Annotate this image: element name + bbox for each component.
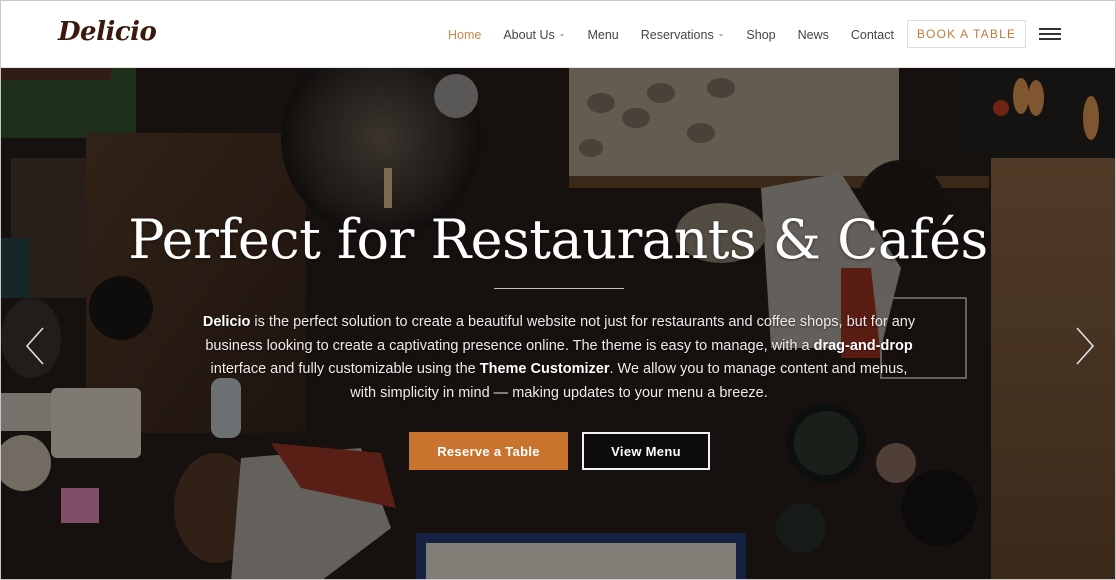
- chevron-down-icon: ⌄: [717, 29, 725, 38]
- hero-title: Perfect for Restaurants & Cafés: [128, 208, 988, 271]
- description-text: is the perfect solution to create a beau…: [205, 314, 916, 354]
- nav-item-label: About Us: [503, 27, 555, 42]
- hero-slider: Perfect for Restaurants & Cafés Delicio …: [1, 68, 1115, 579]
- hamburger-line: [1039, 28, 1061, 30]
- description-bold: drag-and-drop: [813, 337, 913, 354]
- nav-item-reservations[interactable]: Reservations ⌄: [641, 28, 725, 42]
- nav-item-news[interactable]: News: [798, 28, 829, 42]
- chevron-right-icon[interactable]: [1071, 326, 1097, 366]
- hero-divider: [494, 288, 624, 289]
- site-logo[interactable]: Delicio: [58, 17, 157, 47]
- chevron-left-icon[interactable]: [23, 326, 49, 366]
- main-nav: Home About Us ⌄ Menu Reservations ⌄ Shop…: [448, 1, 916, 68]
- hamburger-line: [1039, 33, 1061, 35]
- site-header: Delicio Home About Us ⌄ Menu Reservation…: [1, 1, 1115, 68]
- hero-description: Delicio is the perfect solution to creat…: [201, 311, 917, 405]
- hamburger-line: [1039, 38, 1061, 40]
- description-text: interface and fully customizable using t…: [210, 361, 480, 377]
- nav-item-menu[interactable]: Menu: [587, 28, 618, 42]
- nav-item-contact[interactable]: Contact: [851, 28, 894, 42]
- nav-item-home[interactable]: Home: [448, 28, 481, 42]
- nav-item-label: Reservations: [640, 27, 714, 42]
- nav-item-about-us[interactable]: About Us ⌄: [503, 28, 565, 42]
- reserve-a-table-button[interactable]: Reserve a Table: [409, 432, 568, 470]
- nav-item-label: Contact: [850, 27, 894, 42]
- book-a-table-button[interactable]: BOOK A TABLE: [907, 20, 1026, 48]
- brand-name: Delicio: [202, 314, 251, 330]
- chevron-down-icon: ⌄: [558, 29, 566, 38]
- nav-item-label: Menu: [587, 27, 619, 42]
- nav-item-label: Shop: [746, 27, 776, 42]
- page-frame: Delicio Home About Us ⌄ Menu Reservation…: [0, 0, 1116, 580]
- nav-item-shop[interactable]: Shop: [746, 28, 775, 42]
- nav-item-label: Home: [448, 27, 482, 42]
- hamburger-icon[interactable]: [1039, 28, 1061, 41]
- view-menu-button[interactable]: View Menu: [582, 432, 710, 470]
- description-bold: Theme Customizer: [479, 361, 610, 377]
- nav-item-label: News: [797, 27, 829, 42]
